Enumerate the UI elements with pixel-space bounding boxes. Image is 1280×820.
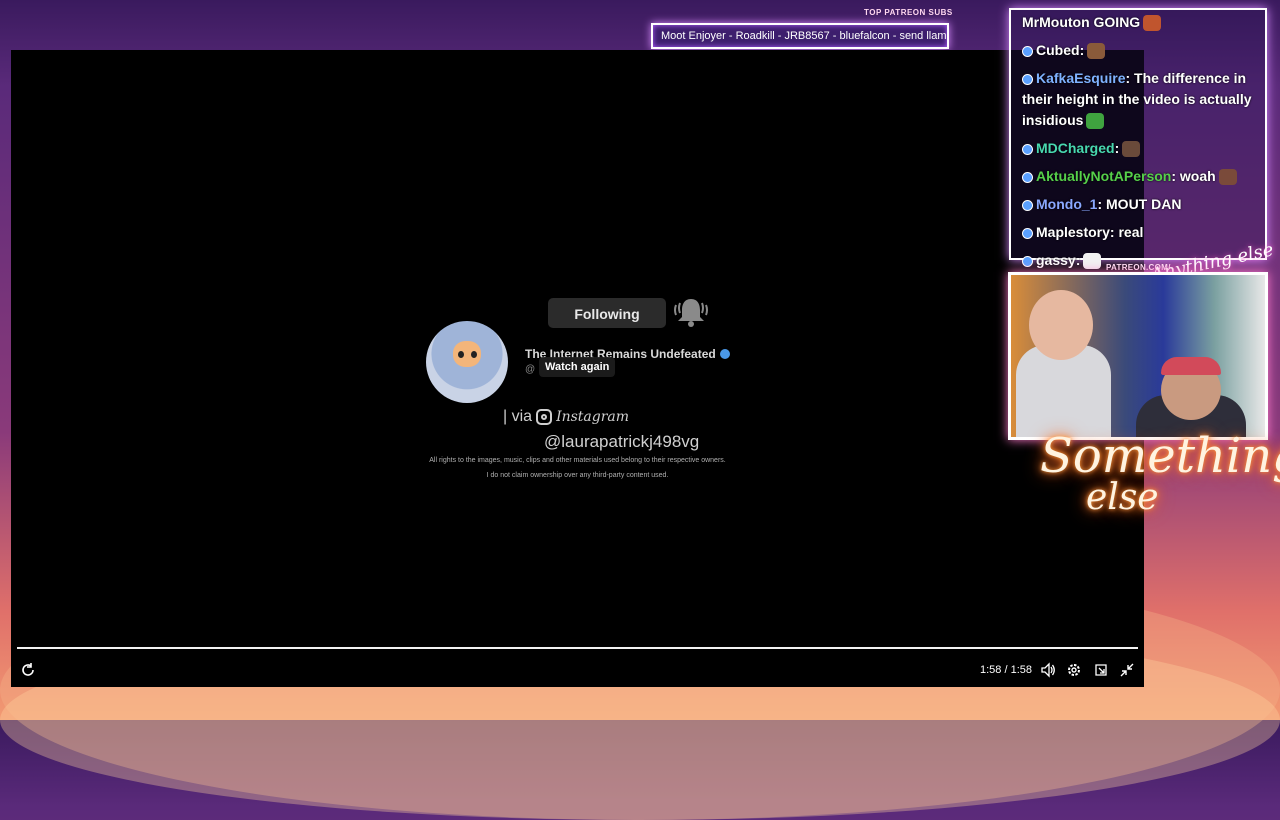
- channel-avatar[interactable]: [426, 321, 508, 403]
- instagram-label: Instagram: [556, 409, 630, 425]
- chat-message: MDCharged:: [1022, 138, 1259, 159]
- progress-bar[interactable]: [17, 647, 1138, 649]
- chat-badge-icon: [1022, 171, 1033, 183]
- neon-sign-something-else: Something else: [1040, 432, 1280, 516]
- channel-handle: @: [525, 364, 536, 375]
- chat-colon: :: [1114, 140, 1120, 156]
- notification-bell-icon[interactable]: [672, 295, 710, 329]
- time-display: 1:58 / 1:58: [980, 664, 1032, 676]
- patreon-subs-header: TOP PATREON SUBS: [864, 8, 953, 17]
- rights-disclaimer-line2: I do not claim ownership over any third-…: [486, 472, 669, 479]
- chat-username[interactable]: Mondo_1: [1036, 196, 1097, 212]
- person-left-head: [1029, 290, 1093, 360]
- popout-icon[interactable]: [1093, 662, 1109, 678]
- credit-line: | via Instagram: [503, 408, 629, 426]
- chat-badge-icon: [1022, 45, 1033, 57]
- chat-emote-icon: [1086, 113, 1105, 130]
- watch-again-button[interactable]: Watch again: [539, 357, 616, 377]
- end-screen: Following The Internet Remains Undefeate…: [11, 50, 1144, 687]
- player-controls: 1:58 / 1:58: [11, 658, 1144, 682]
- chat-colon: :: [1075, 252, 1081, 268]
- chat-emote-icon: [1083, 253, 1102, 270]
- neon-line1: Something: [1040, 428, 1280, 484]
- chat-badge-icon: [1022, 143, 1033, 155]
- avatar-eye: [458, 351, 464, 358]
- exit-fullscreen-icon[interactable]: [1119, 662, 1135, 678]
- chat-message: Mondo_1: MOUT DAN: [1022, 194, 1259, 215]
- chat-text: real: [1114, 224, 1144, 240]
- neon-line2: else: [1086, 477, 1159, 518]
- chat-badge-icon: [1022, 227, 1033, 239]
- instagram-handle: @laurapatrickj498vg: [544, 432, 700, 451]
- chat-panel: MrMouton GOING Cubed: KafkaEsquire: The di…: [1009, 8, 1267, 270]
- settings-gear-icon[interactable]: [1066, 662, 1082, 678]
- chat-emote-icon: [1122, 141, 1141, 158]
- volume-icon[interactable]: [1040, 662, 1056, 678]
- chat-username[interactable]: Cubed: [1036, 42, 1080, 58]
- chat-message: Cubed:: [1022, 40, 1259, 61]
- webcam-feed: [1008, 272, 1268, 440]
- chat-text: woah: [1176, 168, 1216, 184]
- chat-badge-icon: [1022, 199, 1033, 211]
- chat-emote-icon: [1087, 43, 1106, 60]
- person-right-cap: [1161, 357, 1221, 375]
- chat-message: KafkaEsquire: The difference in their he…: [1022, 68, 1259, 131]
- chat-colon: :: [1079, 42, 1085, 58]
- verified-icon: [719, 348, 730, 359]
- chat-message: Maplestory: real: [1022, 222, 1259, 243]
- chat-emote-icon: [1218, 169, 1237, 186]
- chat-text: MOUT DAN: [1102, 196, 1182, 212]
- via-prefix: | via: [503, 408, 533, 425]
- chat-username[interactable]: KafkaEsquire: [1036, 70, 1125, 86]
- instagram-icon: [536, 409, 553, 425]
- avatar-eye: [471, 351, 477, 358]
- video-player[interactable]: Following The Internet Remains Undefeate…: [11, 50, 1144, 687]
- replay-icon[interactable]: [20, 662, 36, 678]
- chat-username[interactable]: AktuallyNotAPerson: [1036, 168, 1171, 184]
- chat-badge-icon: [1022, 255, 1033, 267]
- chat-message: MrMouton GOING: [1022, 12, 1259, 33]
- chat-username[interactable]: MDCharged: [1036, 140, 1115, 156]
- chat-badge-icon: [1022, 73, 1033, 85]
- chat-username[interactable]: gassy: [1036, 252, 1076, 268]
- chat-username[interactable]: MrMouton GOING: [1022, 14, 1140, 30]
- chat-username[interactable]: Maplestory: [1036, 224, 1110, 240]
- following-button[interactable]: Following: [548, 298, 666, 328]
- chat-message: AktuallyNotAPerson: woah: [1022, 166, 1259, 187]
- rights-disclaimer-line1: All rights to the images, music, clips a…: [429, 457, 726, 464]
- chat-emote-icon: [1143, 15, 1162, 32]
- patreon-subs-ticker: Moot Enjoyer - Roadkill - JRB8567 - blue…: [651, 23, 949, 49]
